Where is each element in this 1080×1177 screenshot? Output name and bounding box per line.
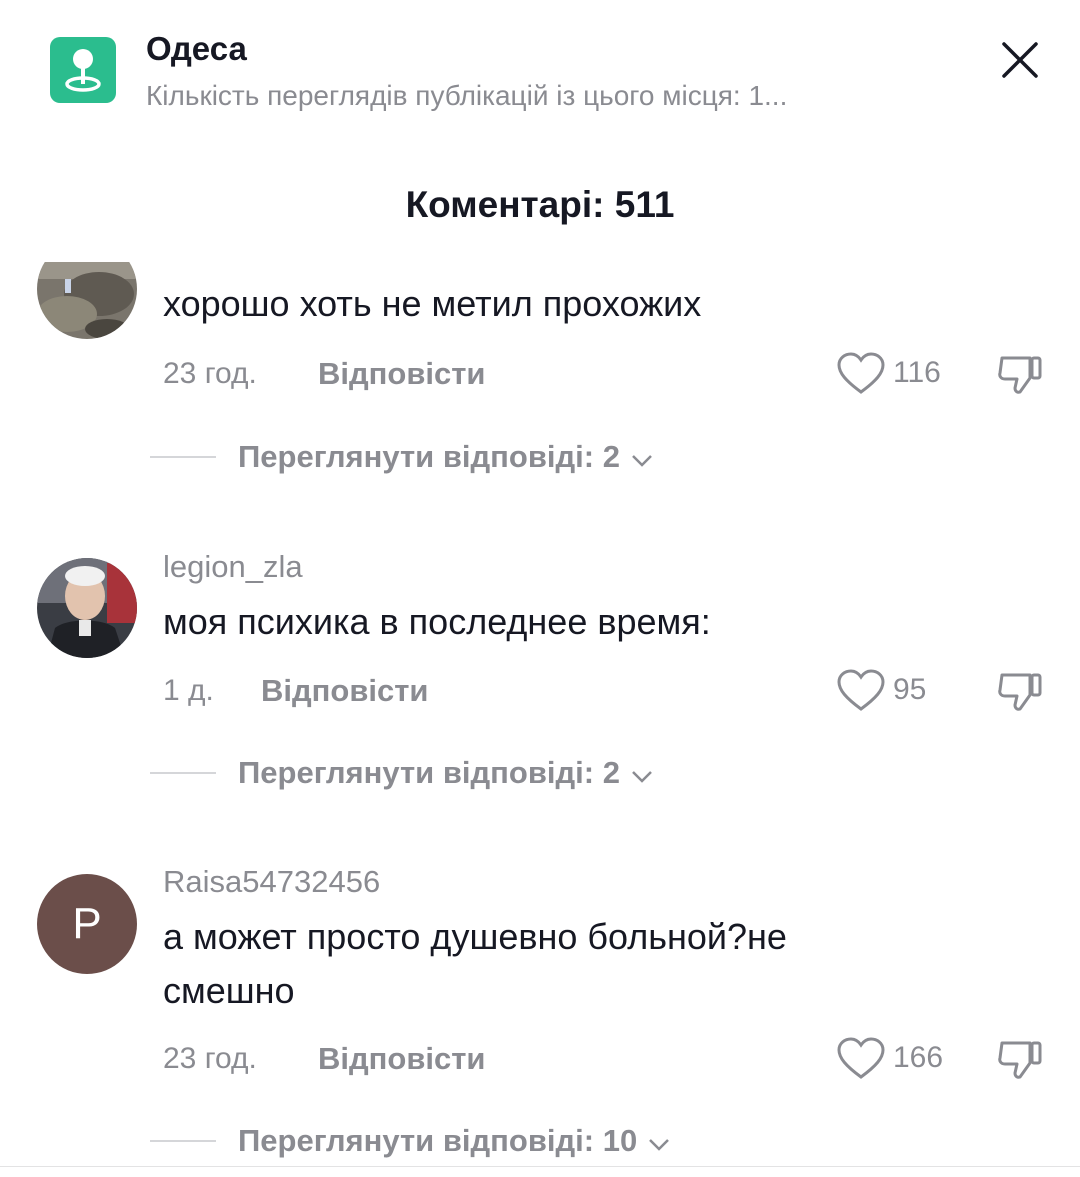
view-replies-label: Переглянути відповіді: 2 <box>238 755 620 790</box>
location-views-subtitle: Кількість переглядів публікацій із цього… <box>146 80 788 111</box>
avatar[interactable] <box>37 262 137 339</box>
avatar[interactable] <box>37 558 137 658</box>
chevron-down-icon <box>630 441 654 477</box>
chevron-down-icon <box>630 757 654 793</box>
comment-item: P Raisa54732456 а может просто душевно б… <box>0 864 1080 1177</box>
view-replies-button[interactable]: Переглянути відповіді: 10 <box>238 1123 671 1161</box>
divider <box>150 456 216 458</box>
like-count: 95 <box>893 673 927 706</box>
comment-item: хорошо хоть не метил прохожих 23 год. Ві… <box>0 262 1080 492</box>
comment-username[interactable]: Raisa54732456 <box>163 864 380 900</box>
comment-time: 1 д. <box>163 674 214 707</box>
chevron-down-icon <box>647 1125 671 1161</box>
comment-item: legion_zla моя психика в последнее время… <box>0 549 1080 812</box>
view-replies-button[interactable]: Переглянути відповіді: 2 <box>238 439 654 477</box>
comment-username[interactable]: legion_zla <box>163 549 303 585</box>
divider <box>150 772 216 774</box>
heart-icon[interactable] <box>836 352 886 396</box>
view-replies-button[interactable]: Переглянути відповіді: 2 <box>238 755 654 793</box>
divider <box>0 1166 1080 1167</box>
comments-sheet: Одеса Кількість переглядів публікацій із… <box>0 0 1080 1177</box>
map-pin-icon <box>50 37 116 103</box>
reply-button[interactable]: Відповісти <box>261 673 429 709</box>
comment-text: моя психика в последнее время: <box>163 601 711 642</box>
comment-time: 23 год. <box>163 357 257 390</box>
heart-icon[interactable] <box>836 1037 886 1081</box>
view-replies-label: Переглянути відповіді: 10 <box>238 1123 638 1158</box>
reply-button[interactable]: Відповісти <box>318 1041 486 1077</box>
comment-text: а может просто душевно больной?не смешно <box>163 916 787 1011</box>
divider <box>150 1140 216 1142</box>
thumbs-down-icon[interactable] <box>996 1037 1046 1081</box>
comment-text: хорошо хоть не метил прохожих <box>163 283 702 324</box>
avatar[interactable]: P <box>37 874 137 974</box>
like-count: 166 <box>893 1041 944 1074</box>
close-icon[interactable] <box>990 36 1050 86</box>
thumbs-down-icon[interactable] <box>996 352 1046 396</box>
location-header[interactable]: Одеса Кількість переглядів публікацій із… <box>0 0 1080 130</box>
view-replies-label: Переглянути відповіді: 2 <box>238 439 620 474</box>
reply-button[interactable]: Відповісти <box>318 356 486 392</box>
location-name: Одеса <box>146 30 247 67</box>
thumbs-down-icon[interactable] <box>996 669 1046 713</box>
heart-icon[interactable] <box>836 669 886 713</box>
avatar-letter: P <box>72 899 102 948</box>
comments-count-title: Коментарі: 511 <box>405 184 675 225</box>
comment-time: 23 год. <box>163 1042 257 1075</box>
comments-list[interactable]: хорошо хоть не метил прохожих 23 год. Ві… <box>0 262 1080 1177</box>
like-count: 116 <box>893 356 941 389</box>
